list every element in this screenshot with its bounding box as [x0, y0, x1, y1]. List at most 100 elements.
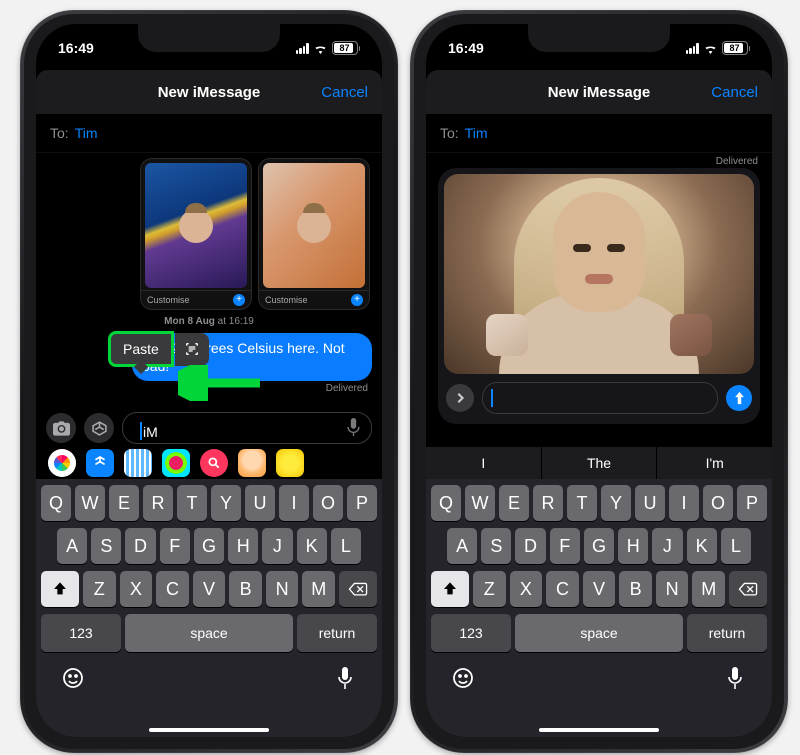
- key-e[interactable]: E: [109, 485, 139, 521]
- memoji-app-icon[interactable]: [238, 449, 266, 477]
- collapse-apps-button[interactable]: [446, 384, 474, 412]
- shift-key[interactable]: [431, 571, 469, 607]
- message-input[interactable]: [482, 382, 718, 414]
- appstore-app-icon[interactable]: [86, 449, 114, 477]
- emoji-icon[interactable]: [61, 666, 85, 690]
- key-o[interactable]: O: [703, 485, 733, 521]
- numbers-key[interactable]: 123: [41, 614, 121, 652]
- key-d[interactable]: D: [515, 528, 545, 564]
- cancel-button[interactable]: Cancel: [711, 84, 758, 101]
- key-k[interactable]: K: [687, 528, 717, 564]
- key-e[interactable]: E: [499, 485, 529, 521]
- key-q[interactable]: Q: [41, 485, 71, 521]
- key-h[interactable]: H: [228, 528, 258, 564]
- app-tray[interactable]: [36, 447, 382, 479]
- fitness-app-icon[interactable]: [162, 449, 190, 477]
- key-b[interactable]: B: [619, 571, 652, 607]
- message-input[interactable]: iM: [122, 412, 372, 444]
- space-key[interactable]: space: [515, 614, 683, 652]
- key-b[interactable]: B: [229, 571, 262, 607]
- key-u[interactable]: U: [245, 485, 275, 521]
- keyboard[interactable]: QWERTYUIOP ASDFGHJKL ZXCVBNM 123 space r…: [426, 479, 772, 737]
- pasted-image[interactable]: [444, 174, 754, 374]
- key-c[interactable]: C: [546, 571, 579, 607]
- key-i[interactable]: I: [279, 485, 309, 521]
- shift-key[interactable]: [41, 571, 79, 607]
- key-g[interactable]: G: [194, 528, 224, 564]
- key-i[interactable]: I: [669, 485, 699, 521]
- cancel-button[interactable]: Cancel: [321, 84, 368, 101]
- return-key[interactable]: return: [297, 614, 377, 652]
- key-n[interactable]: N: [266, 571, 299, 607]
- scan-text-button[interactable]: [175, 333, 209, 366]
- key-z[interactable]: Z: [83, 571, 116, 607]
- key-v[interactable]: V: [583, 571, 616, 607]
- key-a[interactable]: A: [447, 528, 477, 564]
- key-g[interactable]: G: [584, 528, 614, 564]
- thumbnail[interactable]: Customise+: [140, 158, 252, 310]
- key-x[interactable]: X: [510, 571, 543, 607]
- key-t[interactable]: T: [567, 485, 597, 521]
- key-j[interactable]: J: [262, 528, 292, 564]
- key-d[interactable]: D: [125, 528, 155, 564]
- delete-key[interactable]: [729, 571, 767, 607]
- suggestion[interactable]: The: [542, 447, 658, 479]
- photos-app-icon[interactable]: [48, 449, 76, 477]
- to-field[interactable]: To: Tim: [426, 114, 772, 153]
- suggestion[interactable]: I'm: [657, 447, 772, 479]
- dictate-icon[interactable]: [346, 418, 361, 439]
- key-z[interactable]: Z: [473, 571, 506, 607]
- emoji-icon[interactable]: [451, 666, 475, 690]
- key-q[interactable]: Q: [431, 485, 461, 521]
- send-button[interactable]: [726, 385, 752, 411]
- key-w[interactable]: W: [75, 485, 105, 521]
- paste-button[interactable]: Paste: [108, 331, 174, 367]
- key-r[interactable]: R: [143, 485, 173, 521]
- key-h[interactable]: H: [618, 528, 648, 564]
- key-a[interactable]: A: [57, 528, 87, 564]
- key-c[interactable]: C: [156, 571, 189, 607]
- audio-app-icon[interactable]: [124, 449, 152, 477]
- key-p[interactable]: P: [737, 485, 767, 521]
- key-l[interactable]: L: [331, 528, 361, 564]
- key-l[interactable]: L: [721, 528, 751, 564]
- to-field[interactable]: To: Tim: [36, 114, 382, 153]
- keyboard[interactable]: QWERTYUIOP ASDFGHJKL ZXCVBNM 123 space r…: [36, 479, 382, 737]
- key-v[interactable]: V: [193, 571, 226, 607]
- key-row-bottom: 123 space return: [429, 614, 769, 652]
- mic-icon[interactable]: [723, 666, 747, 690]
- space-key[interactable]: space: [125, 614, 293, 652]
- key-f[interactable]: F: [550, 528, 580, 564]
- add-icon[interactable]: +: [233, 294, 245, 306]
- key-m[interactable]: M: [692, 571, 725, 607]
- thumbnail[interactable]: Customise+: [258, 158, 370, 310]
- key-w[interactable]: W: [465, 485, 495, 521]
- numbers-key[interactable]: 123: [431, 614, 511, 652]
- camera-button[interactable]: [46, 413, 76, 443]
- add-icon[interactable]: +: [351, 294, 363, 306]
- key-f[interactable]: F: [160, 528, 190, 564]
- key-t[interactable]: T: [177, 485, 207, 521]
- apps-button[interactable]: [84, 413, 114, 443]
- home-indicator[interactable]: [539, 728, 659, 732]
- home-indicator[interactable]: [149, 728, 269, 732]
- key-p[interactable]: P: [347, 485, 377, 521]
- memoji2-app-icon[interactable]: [276, 449, 304, 477]
- suggestion[interactable]: I: [426, 447, 542, 479]
- key-r[interactable]: R: [533, 485, 563, 521]
- key-y[interactable]: Y: [211, 485, 241, 521]
- key-j[interactable]: J: [652, 528, 682, 564]
- return-key[interactable]: return: [687, 614, 767, 652]
- key-u[interactable]: U: [635, 485, 665, 521]
- key-o[interactable]: O: [313, 485, 343, 521]
- key-x[interactable]: X: [120, 571, 153, 607]
- key-k[interactable]: K: [297, 528, 327, 564]
- delete-key[interactable]: [339, 571, 377, 607]
- key-y[interactable]: Y: [601, 485, 631, 521]
- find-app-icon[interactable]: [200, 449, 228, 477]
- key-s[interactable]: S: [91, 528, 121, 564]
- key-s[interactable]: S: [481, 528, 511, 564]
- key-n[interactable]: N: [656, 571, 689, 607]
- mic-icon[interactable]: [333, 666, 357, 690]
- key-m[interactable]: M: [302, 571, 335, 607]
